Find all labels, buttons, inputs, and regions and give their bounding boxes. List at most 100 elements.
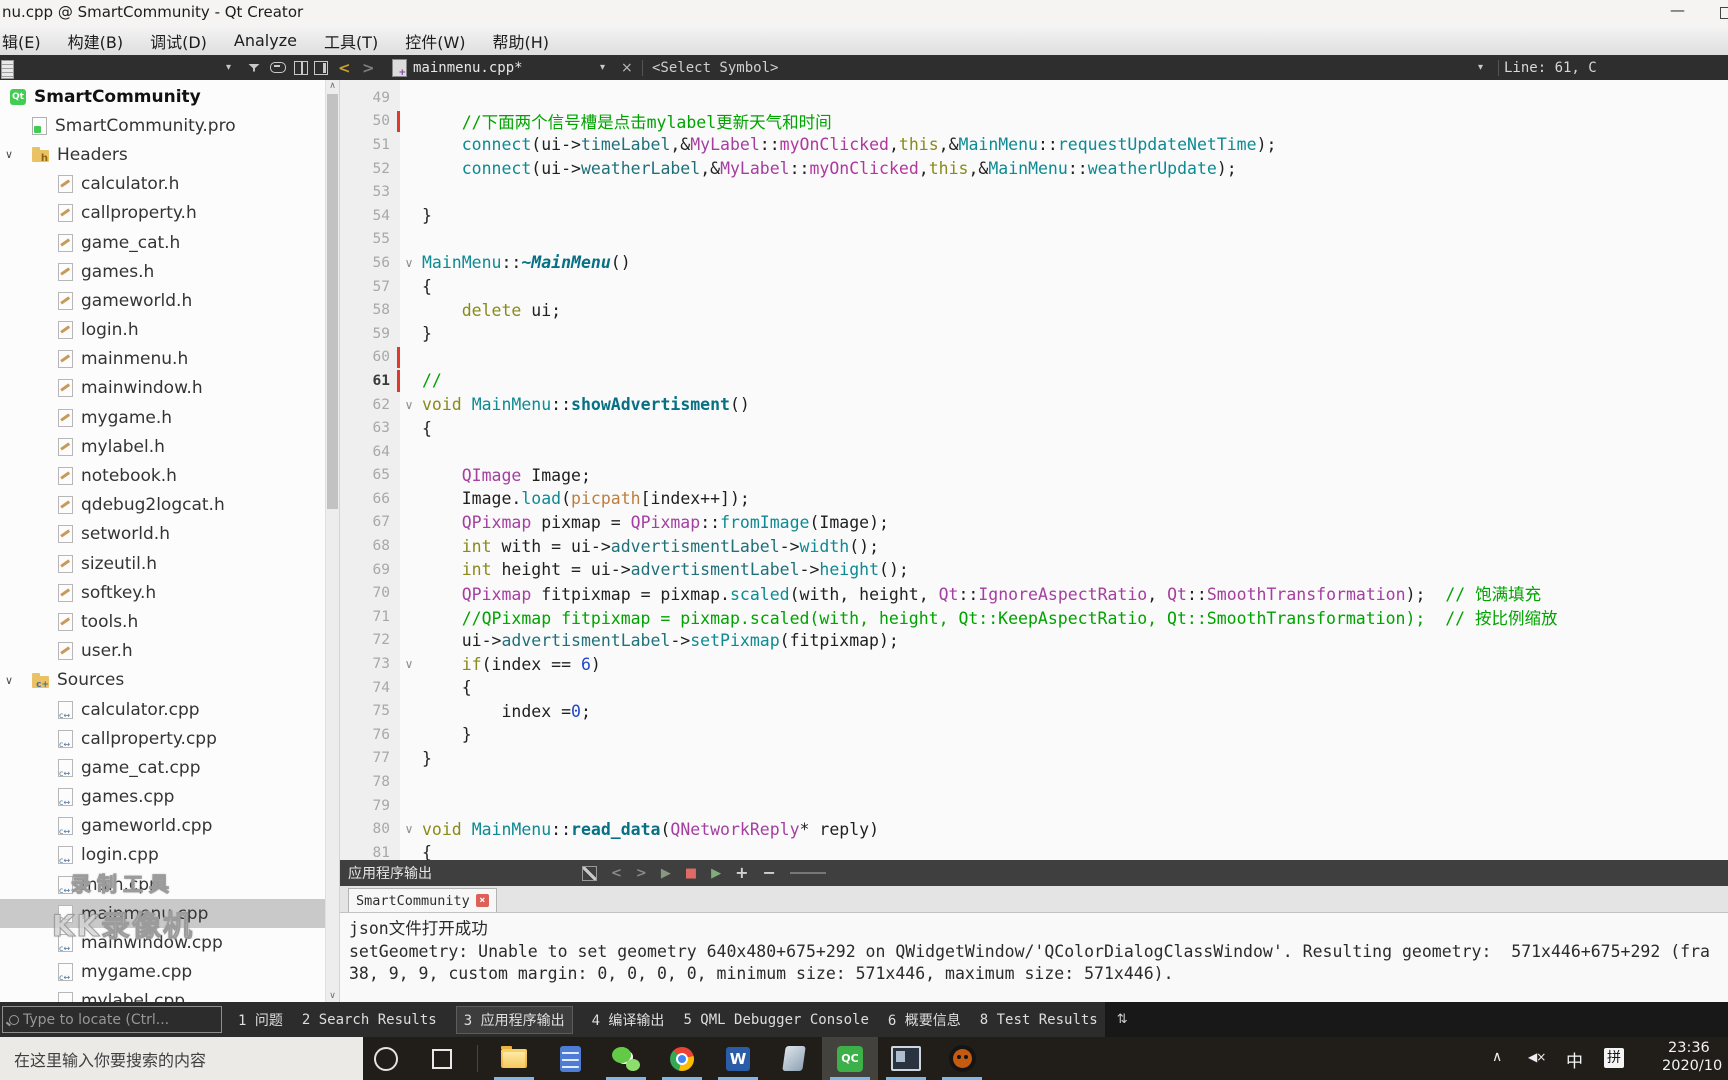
output-pane-tab-1[interactable]: 1 问题 (238, 1010, 283, 1030)
line-number[interactable]: 57 (340, 279, 396, 295)
tree-item-mylabel-cpp[interactable]: mylabel.cpp (0, 987, 325, 1002)
close-pane-icon[interactable] (314, 60, 328, 75)
taskbar-clock-date[interactable]: 2020/10 (1662, 1058, 1722, 1074)
chevron-down-icon[interactable]: ∨ (5, 148, 13, 161)
line-number[interactable]: 75 (340, 703, 396, 719)
ime-pinyin-indicator[interactable]: 拼 (1604, 1048, 1624, 1068)
run-debug-icon[interactable]: ▶ (711, 867, 721, 880)
scroll-down-icon[interactable]: ∨ (326, 990, 339, 1002)
clear-output-icon[interactable] (582, 865, 597, 881)
taskbar-app-chrome[interactable] (654, 1037, 710, 1080)
code-line[interactable]: delete ui; (422, 301, 561, 320)
line-number[interactable]: 55 (340, 231, 396, 247)
tree-item-calculator-cpp[interactable]: calculator.cpp (0, 695, 325, 724)
line-number[interactable]: 73 (340, 656, 396, 672)
code-line[interactable]: { (422, 678, 472, 697)
line-number[interactable]: 65 (340, 467, 396, 483)
menu-item-analyze[interactable]: Analyze (234, 31, 297, 50)
code-line[interactable]: // (422, 371, 442, 390)
line-number[interactable]: 61 (340, 373, 396, 389)
pane-updown-icon[interactable]: ⇅ (1117, 1012, 1128, 1027)
back-icon[interactable]: < (611, 867, 622, 880)
line-number[interactable]: 63 (340, 420, 396, 436)
minimize-button[interactable]: — (1662, 1, 1693, 19)
tree-item-login-cpp[interactable]: login.cpp (0, 841, 325, 870)
line-number[interactable]: 76 (340, 727, 396, 743)
taskbar-app-monitor-app[interactable] (878, 1037, 934, 1080)
tree-item-sources[interactable]: ∨ Sources (0, 666, 325, 695)
go-forward-icon[interactable]: > (362, 59, 375, 77)
code-line[interactable]: { (422, 419, 432, 438)
volume-muted-icon[interactable]: ◀× (1528, 1050, 1546, 1064)
line-number[interactable]: 74 (340, 680, 396, 696)
tree-item-game-cat-cpp[interactable]: game_cat.cpp (0, 753, 325, 782)
tree-item-mygame-h[interactable]: mygame.h (0, 403, 325, 432)
line-number[interactable]: 78 (340, 774, 396, 790)
taskbar-app-qt-creator[interactable] (822, 1037, 878, 1080)
menu-item-t[interactable]: 工具(T) (324, 29, 378, 53)
line-number[interactable]: 69 (340, 562, 396, 578)
tree-item-user-h[interactable]: user.h (0, 637, 325, 666)
line-number[interactable]: 54 (340, 208, 396, 224)
scrollbar-thumb[interactable] (327, 94, 338, 509)
split-pane-icon[interactable] (294, 60, 308, 75)
task-view-icon[interactable] (432, 1049, 452, 1069)
tree-item-mainmenu-cpp[interactable]: mainmenu.cpp (0, 899, 325, 929)
line-number[interactable]: 50 (340, 113, 396, 129)
close-file-icon[interactable]: × (621, 60, 633, 76)
zoom-out-icon[interactable]: − (763, 865, 776, 881)
run-icon[interactable]: ▶ (661, 867, 671, 880)
stop-icon[interactable]: ■ (685, 867, 697, 880)
locate-input[interactable]: Type to locate (Ctrl... (2, 1006, 222, 1033)
right-pane-dropdown-icon[interactable]: ▾ (1478, 62, 1483, 73)
menu-item-d[interactable]: 调试(D) (150, 29, 207, 53)
code-line[interactable]: { (422, 843, 432, 860)
tree-item-mainmenu-h[interactable]: mainmenu.h (0, 345, 325, 374)
ime-language-indicator[interactable]: 中 (1566, 1047, 1583, 1072)
tree-item-softkey-h[interactable]: softkey.h (0, 578, 325, 607)
taskbar-app-wechat[interactable] (598, 1037, 654, 1080)
open-file-tab[interactable]: mainmenu.cpp* (413, 60, 523, 76)
tree-item-smartcommunity[interactable]: SmartCommunity (0, 82, 325, 111)
forward-icon[interactable]: > (636, 867, 647, 880)
tree-item-notebook-h[interactable]: notebook.h (0, 461, 325, 490)
line-number[interactable]: 62 (340, 397, 396, 413)
code-line[interactable]: if(index == 6) (422, 655, 601, 674)
taskbar-app-calculator[interactable] (542, 1037, 598, 1080)
tree-item-mygame-cpp[interactable]: mygame.cpp (0, 958, 325, 987)
taskbar-app-file-explorer[interactable] (486, 1037, 542, 1080)
fold-marker-icon[interactable]: ∨ (396, 398, 422, 412)
taskbar-app-glass-app[interactable] (766, 1037, 822, 1080)
line-number[interactable]: 70 (340, 585, 396, 601)
tree-item-mainwindow-h[interactable]: mainwindow.h (0, 374, 325, 403)
taskbar-clock-time[interactable]: 23:36 (1668, 1040, 1710, 1056)
line-number[interactable]: 59 (340, 326, 396, 342)
tree-item-login-h[interactable]: login.h (0, 316, 325, 345)
close-tab-icon[interactable]: × (475, 894, 489, 907)
line-number[interactable]: 58 (340, 302, 396, 318)
output-pane-tab-8-test-results[interactable]: 8 Test Results (980, 1012, 1098, 1028)
line-number[interactable]: 51 (340, 137, 396, 153)
output-tab-smartcommunity[interactable]: SmartCommunity × (348, 888, 497, 912)
chevron-down-icon[interactable]: ∨ (5, 674, 13, 687)
tree-item-game-cat-h[interactable]: game_cat.h (0, 228, 325, 257)
symbol-selector[interactable]: <Select Symbol> (652, 60, 778, 76)
show-hidden-icons-icon[interactable]: ∧ (1492, 1049, 1502, 1065)
cortana-icon[interactable] (374, 1047, 398, 1071)
tree-item-games-cpp[interactable]: games.cpp (0, 783, 325, 812)
code-line[interactable]: connect(ui->timeLabel,&MyLabel::myOnClic… (422, 135, 1277, 154)
code-line[interactable]: QPixmap fitpixmap = pixmap.scaled(with, … (422, 581, 1541, 605)
output-pane-tab-6[interactable]: 6 概要信息 (888, 1010, 961, 1030)
tree-item-headers[interactable]: ∨ Headers (0, 140, 325, 169)
code-line[interactable]: ui->advertismentLabel->setPixmap(fitpixm… (422, 631, 899, 650)
tree-item-setworld-h[interactable]: setworld.h (0, 520, 325, 549)
line-number[interactable]: 81 (340, 845, 396, 860)
tree-item-qdebug2logcat-h[interactable]: qdebug2logcat.h (0, 491, 325, 520)
zoom-in-icon[interactable]: + (735, 865, 748, 881)
tree-item-mainwindow-cpp[interactable]: mainwindow.cpp (0, 928, 325, 957)
tree-item-sizeutil-h[interactable]: sizeutil.h (0, 549, 325, 578)
tree-item-callproperty-h[interactable]: callproperty.h (0, 199, 325, 228)
line-number[interactable]: 60 (340, 349, 396, 365)
line-number[interactable]: 80 (340, 821, 396, 837)
menu-item-b[interactable]: 构建(B) (68, 29, 123, 53)
